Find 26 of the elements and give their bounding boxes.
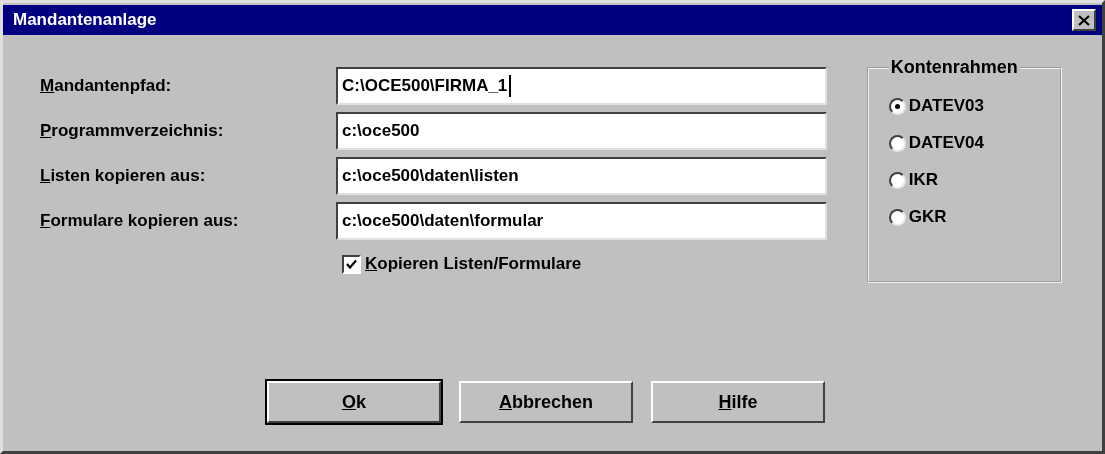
dialog-button[interactable]: Hilfe bbox=[651, 381, 825, 423]
input-field[interactable]: C:\OCE500\FIRMA_1 bbox=[336, 67, 827, 105]
field-label: Mandantenpfad: bbox=[40, 76, 173, 96]
field-label: Programmverzeichnis: bbox=[40, 121, 225, 141]
dialog-button[interactable]: Abbrechen bbox=[459, 381, 633, 423]
checkbox[interactable] bbox=[342, 254, 361, 274]
dialog-button[interactable]: Ok bbox=[267, 381, 441, 423]
field-label: Formulare kopieren aus: bbox=[40, 211, 240, 231]
radio-button[interactable] bbox=[888, 97, 906, 115]
field-label: Listen kopieren aus: bbox=[40, 166, 207, 186]
close-button[interactable] bbox=[1072, 9, 1096, 31]
close-icon bbox=[1078, 14, 1090, 26]
input-field[interactable]: c:\oce500\daten\listen bbox=[336, 157, 827, 195]
radio-option[interactable]: DATEV04 bbox=[888, 131, 1060, 155]
input-field[interactable]: c:\oce500\daten\formular bbox=[336, 202, 827, 240]
radio-option[interactable]: DATEV03 bbox=[888, 94, 1060, 118]
radio-button[interactable] bbox=[888, 171, 906, 189]
copy-checkbox[interactable]: Kopieren Listen/Formulare bbox=[342, 254, 582, 274]
radio-button[interactable] bbox=[888, 208, 906, 226]
group-title: Kontenrahmen bbox=[889, 57, 1019, 78]
checkmark-icon bbox=[345, 257, 358, 271]
radio-option[interactable]: GKR bbox=[888, 205, 1060, 229]
input-field[interactable]: c:\oce500 bbox=[336, 112, 827, 150]
radio-button[interactable] bbox=[888, 134, 906, 152]
radio-option[interactable]: IKR bbox=[888, 168, 1060, 192]
window-title: Mandantenanlage bbox=[13, 10, 157, 30]
